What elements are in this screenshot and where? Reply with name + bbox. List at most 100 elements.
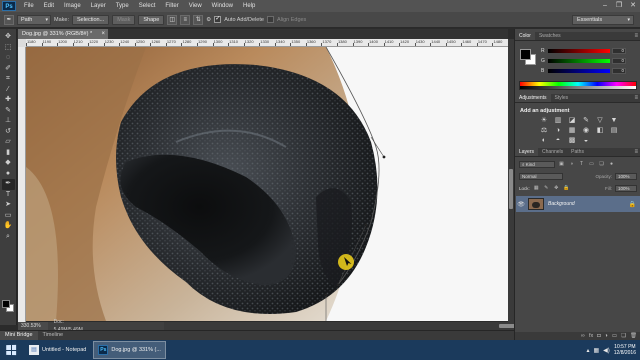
menu-filter[interactable]: Filter	[160, 0, 183, 12]
exposure-icon[interactable]: ✎	[581, 117, 591, 125]
make-mask-button[interactable]: Mask	[112, 14, 136, 25]
selective-color-icon[interactable]: ◒	[581, 137, 591, 145]
eraser-tool-icon[interactable]: ▱	[2, 137, 15, 148]
vibrance-icon[interactable]: ▽	[595, 117, 605, 125]
new-layer-icon[interactable]: ❏	[621, 332, 626, 340]
foreground-color-swatch[interactable]	[2, 300, 10, 308]
filter-adjustment-icon[interactable]: ◑	[568, 161, 575, 168]
tab-swatches[interactable]: Swatches	[535, 32, 565, 40]
channel-mixer-icon[interactable]: ◉	[581, 127, 591, 135]
adjustment-layer-icon[interactable]: ◑	[605, 332, 608, 340]
panel-menu-icon[interactable]: ≡	[634, 32, 640, 40]
menu-layer[interactable]: Layer	[86, 0, 111, 12]
brightness-contrast-icon[interactable]: ☀	[539, 117, 549, 125]
invert-icon[interactable]: ▤	[609, 127, 619, 135]
marquee-tool-icon[interactable]: ⬚	[2, 43, 15, 54]
green-value-field[interactable]: 0	[612, 57, 626, 64]
new-group-icon[interactable]: ▭	[612, 332, 617, 340]
tab-mini-bridge[interactable]: Mini Bridge	[0, 331, 38, 340]
tab-layers[interactable]: Layers	[515, 148, 539, 156]
blue-slider[interactable]	[548, 68, 610, 73]
volume-icon[interactable]: ◀)	[603, 347, 610, 354]
history-brush-tool-icon[interactable]: ↺	[2, 127, 15, 138]
lock-position-icon[interactable]: ✥	[553, 185, 560, 192]
document-canvas[interactable]	[26, 47, 508, 321]
path-alignment-icon[interactable]: ≡	[180, 14, 191, 25]
blue-value-field[interactable]: 0	[612, 67, 626, 74]
horizontal-ruler[interactable]: 1180 1190 1200 1210 1220 1230 1240 1250 1260 1270…	[26, 39, 508, 47]
lasso-tool-icon[interactable]: ◌	[2, 53, 15, 64]
levels-icon[interactable]: ▥	[553, 117, 563, 125]
threshold-icon[interactable]: ◓	[553, 137, 563, 145]
filter-toggle-icon[interactable]: ●	[608, 161, 615, 168]
curves-icon[interactable]: ◪	[567, 117, 577, 125]
workspace-switcher[interactable]: Essentials	[572, 15, 634, 25]
vertical-scroll-thumb[interactable]	[509, 169, 513, 209]
rectangle-tool-icon[interactable]: ▭	[2, 211, 15, 222]
menu-view[interactable]: View	[184, 0, 207, 12]
lock-pixels-icon[interactable]: ✎	[543, 185, 550, 192]
network-icon[interactable]: ▦	[593, 347, 599, 354]
taskbar-item-notepad[interactable]: ▤ Untitled - Notepad	[25, 341, 90, 359]
eyedropper-tool-icon[interactable]: ⁄	[2, 85, 15, 96]
color-panel-foreground-swatch[interactable]	[520, 49, 531, 60]
tab-timeline[interactable]: Timeline	[38, 331, 69, 340]
green-slider[interactable]	[548, 58, 610, 63]
clock[interactable]: 10:57 PM 12/8/2016	[614, 344, 636, 356]
gradient-map-icon[interactable]: ▩	[567, 137, 577, 145]
gradient-tool-icon[interactable]: ▮	[2, 148, 15, 159]
layer-mask-icon[interactable]: ◘	[597, 332, 600, 340]
blur-tool-icon[interactable]: ◆	[2, 158, 15, 169]
maximize-button[interactable]: ❐	[612, 1, 626, 11]
path-arrangement-icon[interactable]: ⇅	[193, 14, 204, 25]
path-operations-icon[interactable]: ◫	[167, 14, 178, 25]
minimize-button[interactable]: –	[598, 1, 612, 11]
quick-selection-tool-icon[interactable]: ✐	[2, 64, 15, 75]
black-white-icon[interactable]: ◑	[553, 127, 563, 135]
document-tab[interactable]: Dog.jpg @ 331% (RGB/8#) * ×	[18, 29, 108, 39]
crop-tool-icon[interactable]: ⌗	[2, 74, 15, 85]
menu-help[interactable]: Help	[238, 0, 260, 12]
panel-menu-icon[interactable]: ≡	[634, 148, 640, 156]
blend-mode-select[interactable]: Normal	[519, 172, 563, 180]
dodge-tool-icon[interactable]: ●	[2, 169, 15, 180]
red-value-field[interactable]: 0	[612, 47, 626, 54]
align-edges-checkbox[interactable]: ✓	[266, 16, 274, 23]
auto-add-delete-checkbox[interactable]: ✓	[214, 16, 222, 23]
hand-tool-icon[interactable]: ✋	[2, 221, 15, 232]
filter-type-icon[interactable]: T	[578, 161, 585, 168]
lock-all-icon[interactable]: 🔒	[563, 185, 570, 192]
filter-pixel-icon[interactable]: ▣	[558, 161, 565, 168]
menu-type[interactable]: Type	[111, 0, 134, 12]
menu-edit[interactable]: Edit	[39, 0, 59, 12]
close-button[interactable]: ✕	[626, 1, 640, 11]
delete-layer-icon[interactable]: 🗑	[630, 332, 637, 340]
photo-filter-icon[interactable]: ▦	[567, 127, 577, 135]
color-spectrum-bar[interactable]	[519, 81, 637, 90]
tab-adjustments[interactable]: Adjustments	[515, 94, 551, 102]
link-layers-icon[interactable]: ∞	[581, 332, 585, 340]
tab-color[interactable]: Color	[515, 32, 535, 40]
type-tool-icon[interactable]: T	[2, 190, 15, 201]
pen-tool-icon[interactable]: ✒	[1, 179, 15, 190]
menu-select[interactable]: Select	[134, 0, 161, 12]
tab-paths[interactable]: Paths	[567, 148, 588, 156]
brush-tool-icon[interactable]: ✎	[2, 106, 15, 117]
menu-window[interactable]: Window	[207, 0, 238, 12]
fill-field[interactable]: 100%	[615, 184, 637, 192]
start-button[interactable]	[0, 340, 22, 360]
color-lookup-icon[interactable]: ◧	[595, 127, 605, 135]
path-selection-tool-icon[interactable]: ➤	[2, 200, 15, 211]
posterize-icon[interactable]: ◐	[539, 137, 549, 145]
filter-shape-icon[interactable]: ▭	[588, 161, 595, 168]
pen-mode-select[interactable]: Path	[17, 14, 51, 25]
layer-row-background[interactable]: 👁 Background 🔒	[516, 196, 640, 212]
pen-tool-preset-icon[interactable]: ✒	[4, 14, 14, 25]
layer-filter-select[interactable]: ⌕ Kind	[519, 160, 555, 168]
panel-menu-icon[interactable]: ≡	[634, 94, 640, 102]
show-hidden-icons-icon[interactable]: ▴	[586, 347, 589, 354]
vertical-ruler[interactable]	[18, 47, 26, 322]
tab-channels[interactable]: Channels	[538, 148, 567, 156]
zoom-field[interactable]: 330.53%	[18, 322, 48, 330]
layer-style-icon[interactable]: fx	[589, 332, 593, 340]
